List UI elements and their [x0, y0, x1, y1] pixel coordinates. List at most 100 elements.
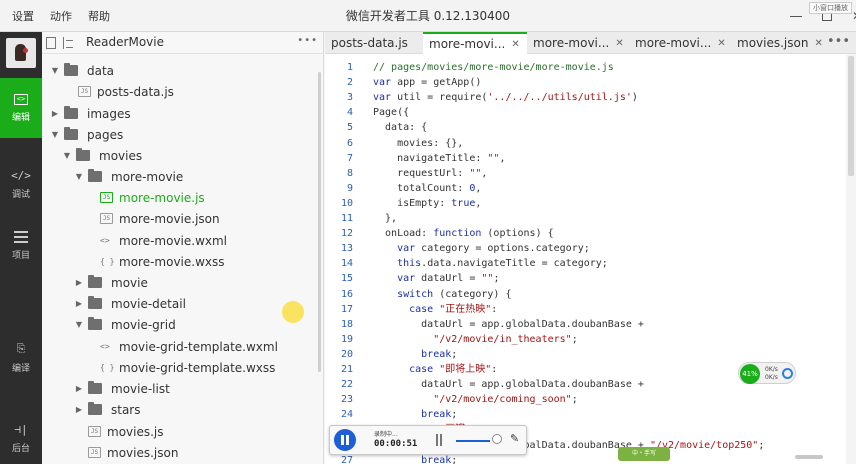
code-line-content: totalCount: 0, — [373, 181, 481, 196]
code-line[interactable]: 4 Page({ — [325, 105, 845, 120]
tree-item-movies-json[interactable]: ▶JSmovies.json — [74, 442, 178, 463]
chevron-right-icon[interactable]: ▶ — [74, 278, 84, 287]
tree-item-movie-grid-template-wxss[interactable]: ▶{ }movie-grid-template.wxss — [86, 357, 275, 378]
file-explorer-scrollbar[interactable] — [318, 72, 321, 372]
chevron-right-icon[interactable]: ▶ — [50, 109, 60, 118]
code-line[interactable]: 15 var dataUrl = ""; — [325, 271, 845, 286]
close-icon[interactable]: ✕ — [852, 9, 856, 23]
chevron-right-icon[interactable]: ▶ — [74, 384, 84, 393]
menu-item-settings[interactable]: 设置 — [12, 8, 34, 24]
code-line[interactable]: 24 break; — [325, 407, 845, 422]
toolbar-edit-button[interactable]: <> 编辑 — [0, 78, 42, 138]
code-line[interactable]: 16 switch (category) { — [325, 287, 845, 302]
toolbar-debug-button[interactable]: </> 调试 — [0, 154, 42, 214]
tree-item-movie[interactable]: ▶ movie — [74, 272, 148, 293]
code-line-content: break; — [373, 407, 457, 422]
tree-item-images[interactable]: ▶ images — [50, 103, 131, 124]
tree-item-more-movie-js[interactable]: ▶JSmore-movie.js — [86, 187, 205, 208]
code-token: onLoad: — [373, 228, 434, 240]
tree-item-movie-grid-template-wxml[interactable]: ▶<>movie-grid-template.wxml — [86, 336, 278, 357]
minimize-icon[interactable] — [790, 15, 802, 17]
tab-movies-json[interactable]: movies.json ✕ — [731, 32, 833, 54]
editor-scrollbar[interactable] — [846, 54, 856, 464]
menu-item-help[interactable]: 帮助 — [88, 8, 110, 24]
code-line[interactable]: 10 isEmpty: true, — [325, 196, 845, 211]
code-line[interactable]: 5 data: { — [325, 120, 845, 135]
tree-item-stars[interactable]: ▶ stars — [74, 399, 141, 420]
close-icon[interactable]: ✕ — [615, 38, 623, 49]
tree-item-more-movie[interactable]: ▼ more-movie — [74, 166, 183, 187]
code-line[interactable]: 14 this.data.navigateTitle = category; — [325, 256, 845, 271]
tree-item-data[interactable]: ▼ data — [50, 60, 114, 81]
volume-slider[interactable] — [456, 440, 490, 442]
chevron-down-icon[interactable]: ▼ — [74, 320, 84, 329]
tree-item-more-movie-wxml[interactable]: ▶<>more-movie.wxml — [86, 230, 227, 251]
code-line[interactable]: 19 "/v2/movie/in_theaters"; — [325, 332, 845, 347]
code-line[interactable]: 20 break; — [325, 347, 845, 362]
code-line[interactable]: 12 onLoad: function (options) { — [325, 226, 845, 241]
settings-icon[interactable] — [492, 434, 502, 444]
code-line[interactable]: 8 requestUrl: "", — [325, 166, 845, 181]
code-line[interactable]: 23 "/v2/movie/coming_soon"; — [325, 392, 845, 407]
code-line[interactable]: 2 var app = getApp() — [325, 75, 845, 90]
tab-posts-data-js[interactable]: posts-data.js — [325, 32, 423, 54]
chevron-right-icon[interactable]: ▶ — [74, 299, 84, 308]
code-icon: </> — [11, 168, 31, 182]
folder-icon — [88, 381, 102, 394]
tree-item-movie-detail[interactable]: ▶ movie-detail — [74, 293, 186, 314]
horizontal-scrollbar[interactable] — [795, 455, 823, 459]
file-icon[interactable] — [46, 37, 56, 49]
avatar[interactable] — [6, 38, 36, 68]
tab-more-movie-js[interactable]: more-movi... ✕ — [423, 32, 527, 54]
tree-item-pages[interactable]: ▼ pages — [50, 124, 123, 145]
code-line[interactable]: 9 totalCount: 0, — [325, 181, 845, 196]
tabs-more-icon[interactable]: ••• — [827, 34, 850, 49]
code-token: "" — [487, 152, 500, 164]
code-line[interactable]: 7 navigateTitle: "", — [325, 151, 845, 166]
code-line[interactable]: 1 // pages/movies/more-movie/more-movie.j… — [325, 60, 845, 75]
close-icon[interactable]: ✕ — [511, 39, 519, 50]
code-line[interactable]: 18 dataUrl = app.globalData.doubanBase + — [325, 317, 845, 332]
code-line[interactable]: 3 var util = require('../../../utils/util… — [325, 90, 845, 105]
close-icon[interactable]: ✕ — [814, 38, 822, 49]
pen-icon[interactable]: ✎ — [510, 432, 519, 445]
toolbar-background-button[interactable]: ⊣| 后台 — [0, 408, 42, 464]
tree-item-more-movie-wxss[interactable]: ▶{ }more-movie.wxss — [86, 251, 225, 272]
code-line-content: var app = getApp() — [373, 75, 481, 90]
chevron-down-icon[interactable]: ▼ — [50, 66, 60, 75]
toolbar-compile-label: 编译 — [11, 364, 30, 374]
toolbar-project-button[interactable]: 项目 — [0, 216, 42, 276]
code-line[interactable]: 17 case "正在热映": — [325, 302, 845, 317]
code-line[interactable]: 13 var category = options.category; — [325, 241, 845, 256]
toolbar-compile-button[interactable]: ⎘ 编译 — [0, 328, 42, 388]
code-line-content: switch (category) { — [373, 287, 511, 302]
more-icon[interactable]: ••• — [297, 35, 318, 46]
close-icon[interactable]: ✕ — [717, 38, 725, 49]
code-area[interactable]: 1 // pages/movies/more-movie/more-movie.j… — [325, 54, 856, 464]
tree-item-movies[interactable]: ▼ movies — [62, 145, 142, 166]
background-icon: ⊣| — [14, 422, 28, 436]
chevron-down-icon[interactable]: ▼ — [74, 172, 84, 181]
tree-item-movies-js[interactable]: ▶JSmovies.js — [74, 421, 164, 442]
code-token: ; — [451, 409, 458, 421]
menu-item-actions[interactable]: 动作 — [50, 8, 72, 24]
tree-icon[interactable] — [62, 37, 74, 49]
tab-more-movie-3[interactable]: more-movi... ✕ — [629, 32, 731, 54]
network-speed-widget[interactable]: 41% 0K/s 0K/s — [738, 362, 796, 384]
tree-item-posts-data-js[interactable]: ▶JSposts-data.js — [64, 81, 174, 102]
mini-window-badge[interactable]: 小窗口播放 — [809, 2, 852, 14]
code-token: ; — [571, 394, 578, 406]
tree-item-movie-list[interactable]: ▶ movie-list — [74, 378, 170, 399]
tree-item-more-movie-json[interactable]: ▶JSmore-movie.json — [86, 208, 220, 229]
chevron-down-icon[interactable]: ▼ — [62, 151, 72, 160]
code-line-content: data: { — [373, 120, 427, 135]
refresh-icon[interactable] — [782, 368, 793, 379]
chevron-right-icon[interactable]: ▶ — [74, 405, 84, 414]
pause-icon[interactable] — [334, 429, 356, 451]
tree-item-movie-grid[interactable]: ▼ movie-grid — [74, 314, 176, 335]
ime-badge[interactable]: 中・手写 — [618, 447, 670, 461]
chevron-down-icon[interactable]: ▼ — [50, 130, 60, 139]
tab-more-movie-2[interactable]: more-movi... ✕ — [527, 32, 629, 54]
code-line[interactable]: 6 movies: {}, — [325, 136, 845, 151]
code-line[interactable]: 11 }, — [325, 211, 845, 226]
